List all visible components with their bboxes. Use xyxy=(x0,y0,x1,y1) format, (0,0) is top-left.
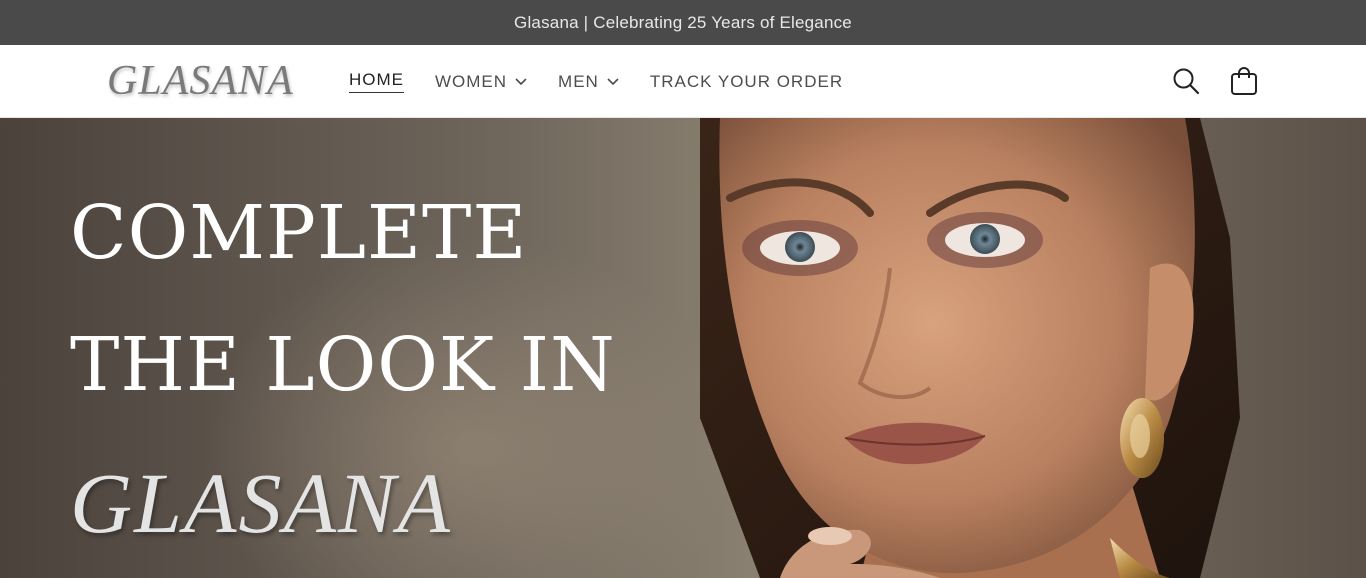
search-icon xyxy=(1173,68,1200,95)
site-header: GLASANA HOME WOMEN MEN TRACK YOUR ORDER xyxy=(0,45,1366,118)
nav-item-label: MEN xyxy=(558,71,599,91)
nav-item-label: WOMEN xyxy=(435,71,508,91)
chevron-down-icon xyxy=(515,76,527,88)
hero-headline-brand: GLASANA xyxy=(70,455,452,551)
nav-item-home[interactable]: HOME xyxy=(349,67,404,97)
hero-banner: COMPLETE THE LOOK IN GLASANA xyxy=(0,118,1366,578)
cart-button[interactable] xyxy=(1228,65,1260,97)
main-nav: HOME WOMEN MEN TRACK YOUR ORDER xyxy=(349,45,874,118)
announcement-text: Glasana | Celebrating 25 Years of Elegan… xyxy=(514,12,852,32)
nav-item-women[interactable]: WOMEN xyxy=(435,67,527,97)
hero-headline-line-1: COMPLETE xyxy=(70,190,528,276)
search-button[interactable] xyxy=(1170,65,1202,97)
nav-item-label: HOME xyxy=(349,70,404,93)
chevron-down-icon xyxy=(607,76,619,88)
announcement-bar: Glasana | Celebrating 25 Years of Elegan… xyxy=(0,0,1366,45)
logo[interactable]: GLASANA xyxy=(107,57,294,105)
nav-item-track-order[interactable]: TRACK YOUR ORDER xyxy=(650,67,843,97)
nav-item-men[interactable]: MEN xyxy=(558,67,619,97)
nav-item-label: TRACK YOUR ORDER xyxy=(649,71,844,91)
cart-icon xyxy=(1231,67,1257,95)
hero-headline-line-2: THE LOOK IN xyxy=(70,322,616,408)
